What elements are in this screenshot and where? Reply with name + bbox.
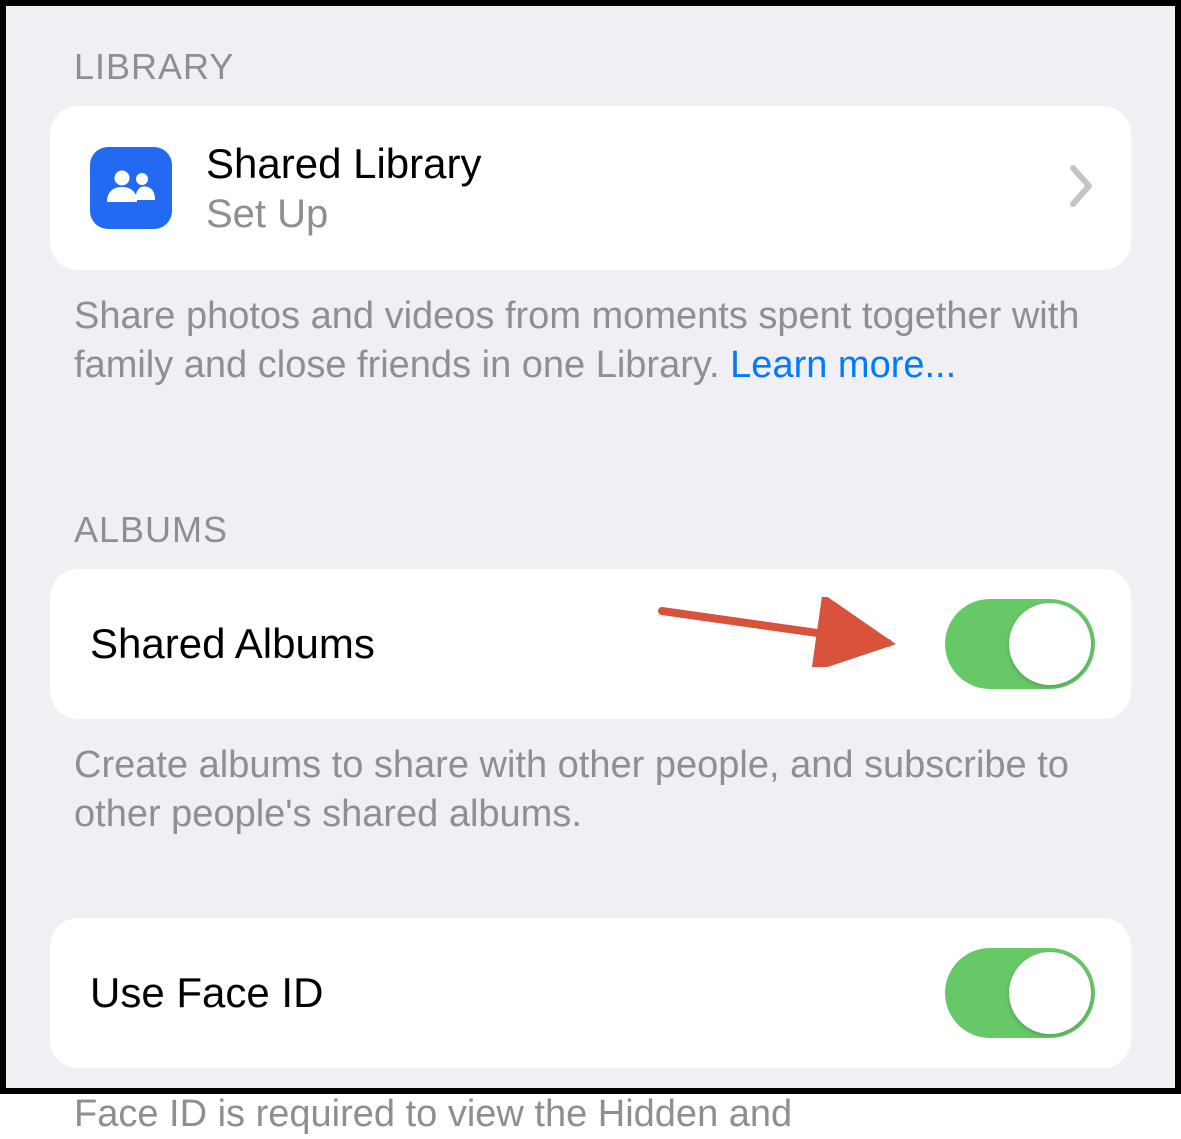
shared-library-title: Shared Library (206, 140, 1069, 188)
faceid-group: Use Face ID (50, 918, 1131, 1068)
use-faceid-row: Use Face ID (50, 918, 1131, 1068)
toggle-knob (1009, 603, 1091, 685)
shared-library-row[interactable]: Shared Library Set Up (50, 106, 1131, 270)
shared-albums-row: Shared Albums (50, 569, 1131, 719)
library-footer: Share photos and videos from moments spe… (74, 292, 1107, 391)
shared-library-subtitle: Set Up (206, 192, 1069, 237)
albums-section-header: ALBUMS (74, 509, 1131, 551)
learn-more-link[interactable]: Learn more... (730, 344, 956, 386)
shared-albums-label: Shared Albums (90, 620, 945, 668)
albums-group: Shared Albums (50, 569, 1131, 719)
faceid-footer-text: Face ID is required to view the Hidden a… (74, 1093, 792, 1135)
shared-albums-toggle[interactable] (945, 599, 1095, 689)
chevron-right-icon (1069, 164, 1095, 213)
library-section-header: LIBRARY (74, 46, 1131, 88)
use-faceid-toggle[interactable] (945, 948, 1095, 1038)
library-group: Shared Library Set Up (50, 106, 1131, 270)
toggle-knob (1009, 952, 1091, 1034)
albums-footer: Create albums to share with other people… (74, 741, 1107, 840)
people-icon (90, 147, 172, 229)
use-faceid-label: Use Face ID (90, 969, 945, 1017)
albums-footer-text: Create albums to share with other people… (74, 744, 1069, 835)
settings-screen: LIBRARY Shared Library Set Up (0, 0, 1181, 1094)
shared-library-labels: Shared Library Set Up (206, 140, 1069, 237)
faceid-footer: Face ID is required to view the Hidden a… (74, 1090, 1107, 1139)
